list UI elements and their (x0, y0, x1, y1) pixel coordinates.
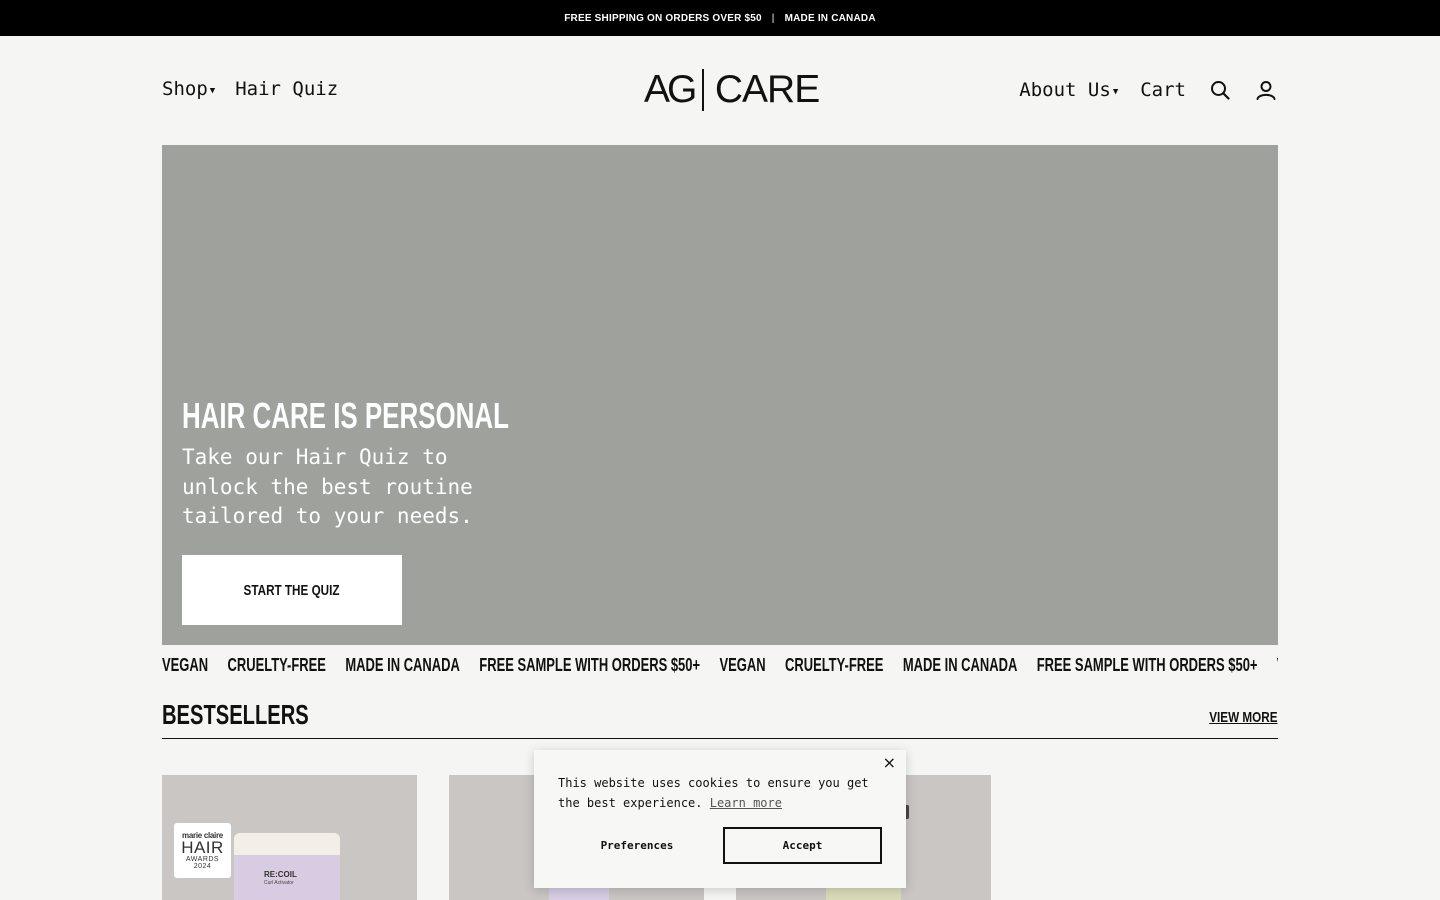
site-header: Shop ▼ Hair Quiz AG CARE About Us ▼ Cart (162, 36, 1278, 144)
start-quiz-label: START THE QUIZ (244, 581, 340, 599)
marquee-item: CRUELTY-FREE (227, 655, 326, 675)
nav-hair-quiz-label: Hair Quiz (235, 78, 339, 100)
brand-logo[interactable]: AG CARE (644, 68, 820, 111)
product-sublabel: Curl Activator (264, 880, 294, 886)
marquee-track: VEGAN CRUELTY-FREE MADE IN CANADA FREE SAMP… (162, 650, 1278, 680)
nav-hair-quiz[interactable]: Hair Quiz (235, 78, 338, 100)
start-quiz-button[interactable]: START THE QUIZ (182, 555, 402, 625)
nav-shop[interactable]: Shop ▼ (162, 78, 215, 100)
search-icon[interactable] (1208, 78, 1232, 102)
marquee-item: FREE SAMPLE WITH ORDERS $50+ (1036, 655, 1258, 675)
marquee-item: VEGAN (162, 655, 209, 675)
hero-banner: HAIR CARE IS PERSONAL Take our Hair Quiz… (162, 145, 1278, 645)
accept-button[interactable]: Accept (723, 827, 882, 864)
tube-cap (234, 833, 340, 855)
account-icon[interactable] (1254, 78, 1278, 102)
product-label: RE:COIL (264, 870, 297, 879)
logo-ag: AG (644, 68, 697, 111)
bestsellers-header: BESTSELLERS VIEW MORE (162, 697, 1278, 739)
announcement-bar: FREE SHIPPING ON ORDERS OVER $50 | MADE … (0, 0, 1440, 36)
nav-cart-label: Cart (1140, 79, 1186, 101)
nav-shop-label: Shop (162, 78, 208, 100)
logo-divider (702, 69, 704, 111)
nav-about-label: About Us (1019, 79, 1111, 101)
marquee-item: MADE IN CANADA (902, 655, 1018, 675)
primary-nav: Shop ▼ Hair Quiz (162, 78, 338, 100)
values-marquee: VEGAN CRUELTY-FREE MADE IN CANADA FREE SAMP… (162, 650, 1278, 680)
marquee-item: VEGAN (1277, 650, 1278, 680)
logo-care: CARE (714, 68, 820, 111)
preferences-button[interactable]: Preferences (558, 827, 716, 864)
marquee-item: VEGAN (719, 655, 766, 675)
marquee-item: CRUELTY-FREE (784, 655, 884, 675)
caret-down-icon: ▼ (209, 85, 216, 96)
announcement-shipping: FREE SHIPPING ON ORDERS OVER $50 (564, 12, 762, 24)
badge-sub: AWARDS (185, 856, 220, 863)
caret-down-icon: ▼ (1112, 86, 1119, 97)
cookie-message: This website uses cookies to ensure you … (558, 773, 888, 813)
nav-cart[interactable]: Cart (1140, 79, 1186, 101)
cookie-banner: × This website uses cookies to ensure yo… (534, 750, 906, 888)
marquee-item: MADE IN CANADA (345, 655, 460, 675)
badge-title: HAIR (181, 838, 224, 857)
nav-about-us[interactable]: About Us ▼ (1019, 79, 1118, 101)
hero-title: HAIR CARE IS PERSONAL (182, 395, 509, 436)
bestsellers-title: BESTSELLERS (162, 699, 309, 730)
hero-subtitle: Take our Hair Quiz to unlock the best ro… (182, 445, 473, 528)
utility-nav: About Us ▼ Cart (1019, 78, 1278, 102)
product-card[interactable]: marie claire HAIR AWARDS 2024 RE:COIL Cu… (162, 775, 417, 900)
view-more-link[interactable]: VIEW MORE (1210, 709, 1278, 726)
award-badge: marie claire HAIR AWARDS 2024 (174, 823, 231, 878)
announcement-separator: | (771, 12, 775, 24)
badge-year: 2024 (193, 863, 212, 870)
marquee-item: FREE SAMPLE WITH ORDERS $50+ (479, 655, 701, 675)
announcement-made-in-canada: MADE IN CANADA (784, 12, 876, 24)
learn-more-link[interactable]: Learn more (710, 796, 782, 810)
close-icon[interactable]: × (883, 755, 896, 771)
product-image: RE:COIL Curl Activator (234, 833, 340, 900)
